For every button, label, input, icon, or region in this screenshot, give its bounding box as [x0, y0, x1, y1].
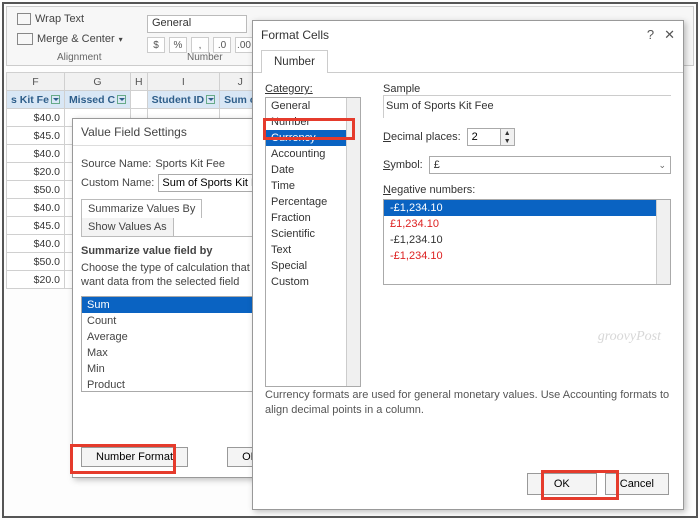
watermark: groovyPost: [598, 329, 661, 345]
list-item[interactable]: £1,234.10: [384, 216, 670, 232]
chevron-down-icon: ⌄: [658, 160, 666, 171]
decimal-places-input[interactable]: [468, 129, 500, 145]
cell[interactable]: $50.0: [7, 181, 65, 199]
pivot-field-header[interactable]: Missed C: [64, 91, 130, 109]
format-cells-dialog: Format Cells ? ✕ Number Category: Genera…: [252, 20, 684, 510]
tab-number[interactable]: Number: [261, 50, 328, 73]
list-item[interactable]: Product: [82, 377, 272, 392]
list-item[interactable]: Average: [82, 329, 272, 345]
decimal-places-label: Decimal places:: [383, 131, 461, 143]
symbol-value: £: [434, 159, 440, 171]
calc-function-list[interactable]: Sum Count Average Max Min Product: [81, 296, 273, 392]
symbol-label: Symbol:: [383, 159, 423, 171]
number-format-icons: $ % , .0 .00: [147, 37, 253, 53]
tab-summarize[interactable]: Summarize Values By: [81, 199, 202, 218]
cell[interactable]: $40.0: [7, 235, 65, 253]
cell[interactable]: $40.0: [7, 199, 65, 217]
value-field-settings-dialog: Value Field Settings Source Name: Sports…: [72, 118, 282, 478]
vfs-title: Value Field Settings: [73, 119, 281, 146]
sample-value: Sum of Sports Kit Fee: [383, 95, 671, 118]
wrap-text-icon: [17, 13, 31, 25]
list-item[interactable]: -£1,234.10: [384, 200, 670, 216]
spin-down-icon[interactable]: ▼: [501, 137, 514, 145]
list-item[interactable]: -£1,234.10: [384, 248, 670, 264]
wrap-text-label: Wrap Text: [35, 13, 84, 25]
fc-cancel-button[interactable]: Cancel: [605, 473, 669, 495]
cell[interactable]: $40.0: [7, 109, 65, 127]
increase-decimal-icon[interactable]: .0: [213, 37, 231, 53]
merge-icon: [17, 33, 33, 45]
percent-icon[interactable]: %: [169, 37, 187, 53]
cell[interactable]: $20.0: [7, 271, 65, 289]
cell[interactable]: $20.0: [7, 163, 65, 181]
category-list[interactable]: General Number Currency Accounting Date …: [265, 97, 361, 387]
merge-center-label: Merge & Center: [37, 33, 115, 45]
cell[interactable]: $45.0: [7, 127, 65, 145]
negative-numbers-list[interactable]: -£1,234.10 £1,234.10 -£1,234.10 -£1,234.…: [383, 199, 671, 285]
cell[interactable]: $40.0: [7, 145, 65, 163]
source-name-label: Source Name:: [81, 158, 151, 170]
tab-show-values-as[interactable]: Show Values As: [81, 217, 174, 236]
pivot-field-header[interactable]: s Kit Fe: [7, 91, 65, 109]
help-icon[interactable]: ?: [647, 27, 654, 43]
decimal-places-spinner[interactable]: ▲▼: [467, 128, 515, 146]
scrollbar[interactable]: [656, 200, 670, 284]
comma-icon[interactable]: ,: [191, 37, 209, 53]
number-format-dropdown[interactable]: General: [147, 15, 247, 33]
symbol-dropdown[interactable]: £ ⌄: [429, 156, 671, 174]
number-format-value: General: [152, 17, 191, 29]
scrollbar[interactable]: [346, 98, 360, 386]
currency-icon[interactable]: $: [147, 37, 165, 53]
alignment-group-label: Alignment: [57, 52, 101, 63]
fc-title: Format Cells: [261, 28, 329, 42]
fc-ok-button[interactable]: OK: [527, 473, 597, 495]
merge-center-button[interactable]: Merge & Center ▾: [17, 33, 123, 45]
col-header[interactable]: I: [147, 73, 220, 91]
cell[interactable]: $45.0: [7, 217, 65, 235]
number-group-label: Number: [187, 52, 223, 63]
cell[interactable]: $50.0: [7, 253, 65, 271]
summarize-hint: Choose the type of calculation that you …: [81, 261, 273, 290]
col-header[interactable]: F: [7, 73, 65, 91]
format-description: Currency formats are used for general mo…: [265, 388, 671, 417]
source-name-value: Sports Kit Fee: [155, 158, 225, 170]
decrease-decimal-icon[interactable]: .00: [235, 37, 253, 53]
pivot-field-header[interactable]: Student ID: [147, 91, 220, 109]
wrap-text-button[interactable]: Wrap Text: [17, 13, 84, 25]
custom-name-label: Custom Name:: [81, 177, 154, 189]
number-format-button[interactable]: Number Format: [81, 447, 188, 467]
summarize-heading: Summarize value field by: [81, 245, 273, 257]
list-item[interactable]: Min: [82, 361, 272, 377]
list-item[interactable]: Max: [82, 345, 272, 361]
list-item[interactable]: -£1,234.10: [384, 232, 670, 248]
sample-label: Sample: [383, 83, 671, 95]
col-header[interactable]: G: [64, 73, 130, 91]
spin-up-icon[interactable]: ▲: [501, 129, 514, 137]
list-item[interactable]: Sum: [82, 297, 272, 313]
col-header[interactable]: H: [131, 73, 148, 91]
negative-numbers-label: Negative numbers:: [383, 184, 671, 196]
list-item[interactable]: Count: [82, 313, 272, 329]
close-icon[interactable]: ✕: [664, 27, 675, 43]
